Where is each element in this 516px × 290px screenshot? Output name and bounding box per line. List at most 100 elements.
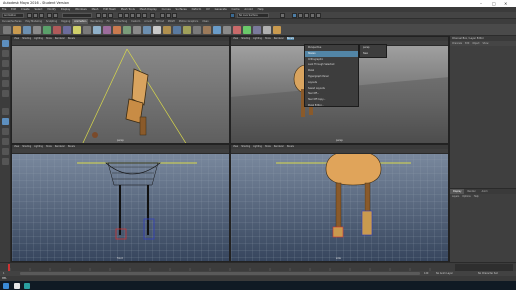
shelf-tool-icon[interactable] bbox=[53, 25, 61, 34]
shelf-tool-icon[interactable] bbox=[233, 25, 241, 34]
shelf-tool-icon[interactable] bbox=[63, 25, 71, 34]
select-object-icon[interactable] bbox=[102, 13, 107, 18]
viewport-menu-item[interactable]: View bbox=[233, 145, 238, 148]
snap-curve-icon[interactable] bbox=[124, 13, 129, 18]
shelf-tool-icon[interactable] bbox=[213, 25, 221, 34]
close-button[interactable]: ✕ bbox=[504, 0, 507, 7]
shelf-tool-icon[interactable] bbox=[193, 25, 201, 34]
viewport-menu-item[interactable]: Panels bbox=[68, 37, 75, 40]
symmetry-icon[interactable] bbox=[280, 13, 285, 18]
layout-four-icon[interactable] bbox=[2, 118, 9, 125]
viewport-menu-item[interactable]: Panels bbox=[68, 145, 75, 148]
shelf-tool-icon[interactable] bbox=[203, 25, 211, 34]
menu-item[interactable]: Surfaces bbox=[176, 8, 187, 11]
layer-menu-item[interactable]: Help bbox=[474, 195, 479, 198]
shelf-tool-icon[interactable] bbox=[93, 25, 101, 34]
playback-controls[interactable] bbox=[455, 264, 513, 271]
menu-item[interactable]: Curves bbox=[162, 8, 171, 11]
viewport-bottom-right[interactable]: View Shading Lighting Show Renderer Panels si… bbox=[230, 144, 449, 262]
live-surface-icon[interactable] bbox=[230, 13, 235, 18]
viewport-menu-item[interactable]: Show bbox=[46, 37, 52, 40]
submenu-item[interactable]: New bbox=[360, 51, 386, 57]
menu-item[interactable]: Mesh bbox=[92, 8, 99, 11]
shelf-tool-icon[interactable] bbox=[173, 25, 181, 34]
menu-item[interactable]: Edit bbox=[11, 8, 16, 11]
time-slider[interactable] bbox=[0, 262, 516, 272]
menuset-selector[interactable]: Animation bbox=[2, 13, 24, 18]
redo-icon[interactable] bbox=[53, 13, 58, 18]
viewport-menu-item[interactable]: Show bbox=[265, 145, 271, 148]
viewport-menu-item[interactable]: Shading bbox=[22, 37, 31, 40]
snap-grid-icon[interactable] bbox=[118, 13, 123, 18]
move-tool-icon[interactable] bbox=[2, 70, 9, 77]
shelf-tool-icon[interactable] bbox=[253, 25, 261, 34]
outliner-icon[interactable] bbox=[2, 148, 9, 155]
layout-persp-outliner-icon[interactable] bbox=[2, 138, 9, 145]
shelf-tool-icon[interactable] bbox=[83, 25, 91, 34]
viewport-menu-item[interactable]: Renderer bbox=[55, 37, 65, 40]
shelf-tool-icon[interactable] bbox=[13, 25, 21, 34]
layout-single-icon[interactable] bbox=[2, 108, 9, 115]
graph-editor-icon[interactable] bbox=[2, 158, 9, 165]
scale-tool-icon[interactable] bbox=[2, 90, 9, 97]
shelf-tool-icon[interactable] bbox=[143, 25, 151, 34]
menu-item[interactable]: Mesh Tools bbox=[121, 8, 135, 11]
menu-item[interactable]: UV bbox=[206, 8, 210, 11]
viewport-menu-item[interactable]: Shading bbox=[22, 145, 31, 148]
menu-item[interactable]: Modify bbox=[47, 8, 56, 11]
menu-item[interactable]: Display bbox=[61, 8, 71, 11]
shelf-tool-icon[interactable] bbox=[263, 25, 271, 34]
viewport-bottom-left[interactable]: View Shading Lighting Show Renderer Panels fr… bbox=[11, 144, 230, 262]
shelf-tool-icon[interactable] bbox=[163, 25, 171, 34]
shelf-tool-icon[interactable] bbox=[153, 25, 161, 34]
shelf-tool-icon[interactable] bbox=[103, 25, 111, 34]
menu-item[interactable]: Create bbox=[21, 8, 30, 11]
layer-menu-item[interactable]: Options bbox=[462, 195, 470, 198]
viewport-menu-item-panels[interactable]: Panels bbox=[286, 37, 294, 40]
lasso-tool-icon[interactable] bbox=[2, 50, 9, 57]
ipr-render-icon[interactable] bbox=[166, 13, 171, 18]
shelf-tool-icon[interactable] bbox=[223, 25, 231, 34]
new-scene-icon[interactable] bbox=[27, 13, 32, 18]
save-scene-icon[interactable] bbox=[39, 13, 44, 18]
menu-item[interactable]: Windows bbox=[75, 8, 87, 11]
select-component-icon[interactable] bbox=[108, 13, 113, 18]
viewport-menu-item[interactable]: Lighting bbox=[34, 145, 43, 148]
viewport-menu-item[interactable]: View bbox=[233, 37, 238, 40]
viewport-menu-item[interactable]: Show bbox=[265, 37, 271, 40]
viewport-menu-item[interactable]: Renderer bbox=[274, 145, 284, 148]
shelf-tool-icon[interactable] bbox=[33, 25, 41, 34]
dropdown-item[interactable]: Panel Editor... bbox=[305, 103, 358, 109]
menu-item[interactable]: Select bbox=[34, 8, 42, 11]
maximize-button[interactable]: □ bbox=[492, 0, 496, 7]
viewport-menu-item[interactable]: Lighting bbox=[253, 145, 262, 148]
snap-plane-icon[interactable] bbox=[136, 13, 141, 18]
viewport-menu-item[interactable]: Renderer bbox=[274, 37, 284, 40]
snap-point-icon[interactable] bbox=[130, 13, 135, 18]
viewport-menu-item[interactable]: Renderer bbox=[55, 145, 65, 148]
select-tool-icon[interactable] bbox=[2, 40, 9, 47]
menu-item[interactable]: File bbox=[2, 8, 6, 11]
snap-surface-icon[interactable] bbox=[142, 13, 147, 18]
menu-item[interactable]: Generate bbox=[215, 8, 227, 11]
viewport-menu-item[interactable]: View bbox=[14, 37, 19, 40]
open-scene-icon[interactable] bbox=[33, 13, 38, 18]
viewport-top-left[interactable]: View Shading Lighting Show Renderer Panels pe… bbox=[11, 36, 230, 144]
live-surface-field[interactable]: No Live Surface bbox=[237, 13, 269, 18]
channel-box-icon[interactable] bbox=[316, 13, 321, 18]
viewport-menu-item[interactable]: Lighting bbox=[34, 37, 43, 40]
shelf-tool-icon[interactable] bbox=[123, 25, 131, 34]
shelf-tool-icon[interactable] bbox=[23, 25, 31, 34]
shelf-tool-icon[interactable] bbox=[113, 25, 121, 34]
selection-mask-dropdown[interactable] bbox=[62, 13, 92, 18]
shelf-tool-icon[interactable] bbox=[133, 25, 141, 34]
channel-menu-item[interactable]: Channels bbox=[452, 42, 462, 45]
menu-item[interactable]: Arnold bbox=[244, 8, 252, 11]
rotate-tool-icon[interactable] bbox=[2, 80, 9, 87]
select-hierarchy-icon[interactable] bbox=[96, 13, 101, 18]
file-explorer-icon[interactable] bbox=[14, 282, 20, 289]
human-ik-icon[interactable] bbox=[298, 13, 303, 18]
minimize-button[interactable]: – bbox=[480, 0, 482, 7]
maya-app-icon[interactable] bbox=[24, 282, 30, 289]
menu-item[interactable]: Deform bbox=[192, 8, 202, 11]
